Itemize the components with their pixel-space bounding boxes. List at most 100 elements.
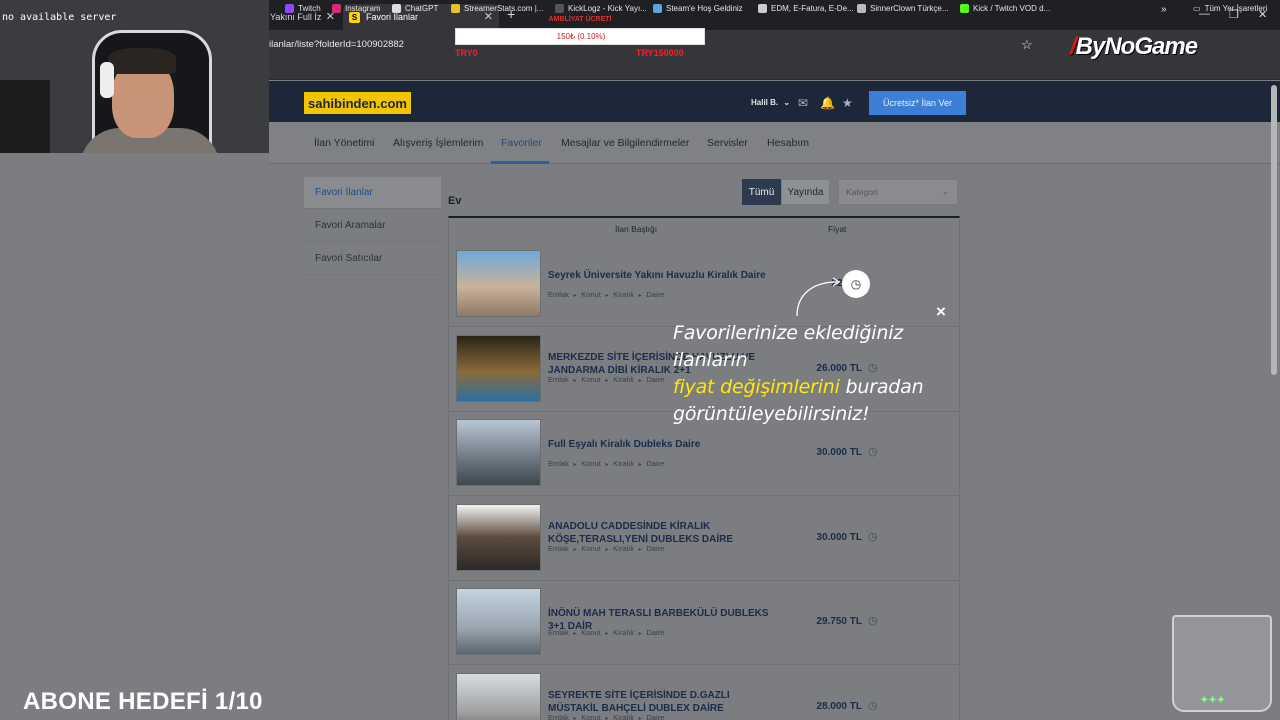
breadcrumb-item: Daire [646,290,665,299]
url-field[interactable]: ilanlar/liste?folderId=100902882 [269,39,404,50]
nav-hesabim[interactable]: Hesabım [767,137,809,149]
user-menu[interactable]: Halil B. ⌄ [751,98,790,107]
filter-live-button[interactable]: Yayında [781,179,830,205]
bookmark-label: StreamerStats.com |... [464,4,544,13]
bookmark-label: Kick / Twitch VOD d... [973,4,1051,13]
tooltip-line1: Favorilerinize eklediğiniz ilanların [673,322,904,371]
chart-icon [451,4,460,13]
tooltip-highlight: fiyat değişimlerini [673,376,840,398]
star-icon[interactable]: ★ [842,96,853,110]
price-history-icon[interactable]: ◷ [868,614,878,627]
tab-label: Yakını Full İz [270,12,322,22]
donation-min: TRY0 [455,48,478,58]
streamer-hair [108,48,176,74]
breadcrumb-item: Konut [581,375,601,384]
listing-price: 30.000 TL [816,447,862,458]
side-favori-saticilar[interactable]: Favori Satıcılar [304,243,441,275]
bookmark-star-icon[interactable]: ☆ [1021,37,1033,53]
tab-label: Favori İlanlar [366,12,419,22]
nav-mesajlar[interactable]: Mesajlar ve Bilgilendirmeler [561,137,689,149]
breadcrumb-item: Daire [646,713,665,720]
bookmark-item[interactable]: ChatGPT [392,4,438,13]
post-ad-button[interactable]: Ücretsiz* İlan Ver [869,91,966,115]
listing-thumbnail[interactable] [456,504,541,571]
bookmark-label: Instagram [345,4,381,13]
bookmark-label: SinnerClown Türkçe... [870,4,949,13]
bookmark-item[interactable]: Steam'e Hoş Geldiniz [653,4,743,13]
breadcrumb-item: Emlak [548,544,569,553]
bookmark-item[interactable]: SinnerClown Türkçe... [857,4,949,13]
bookmarks-more-button[interactable]: » [1161,4,1167,15]
donation-goal-value: 150₺ (0.10%) [556,32,606,41]
kick-icon [555,4,564,13]
breadcrumb-item: Emlak [548,290,569,299]
breadcrumb-item: Kiralık [613,290,635,299]
listing-breadcrumb: Emlak ▸ Konut ▸ Kiralık ▸ Daire [548,290,664,299]
nav-alisveris[interactable]: Alışveriş İşlemlerim [393,137,483,149]
kick-icon [960,4,969,13]
col-price-header: Fiyat [828,224,847,234]
nav-servisler[interactable]: Servisler [707,137,748,149]
chevron-right-icon: ▸ [637,547,644,553]
listing-title[interactable]: ANADOLU CADDESİNDE KİRALIK KÖŞE,TERASLI,… [548,520,778,546]
donation-max: TRY150000 [636,48,684,58]
bookmark-item[interactable]: Instagram [332,4,381,13]
breadcrumb-item: Daire [646,628,665,637]
bell-icon[interactable]: 🔔 [820,96,835,110]
bookmark-label: Twitch [298,4,321,13]
listing-breadcrumb: Emlak ▸ Konut ▸ Kiralık ▸ Daire [548,459,664,468]
bookmark-label: EDM, E-Fatura, E-De... [771,4,854,13]
listing-breadcrumb: Emlak ▸ Konut ▸ Kiralık ▸ Daire [548,713,664,720]
breadcrumb-item: Emlak [548,375,569,384]
tooltip-line2-rest: buradan [839,376,924,398]
chevron-right-icon: ▸ [603,547,611,553]
headset-icon [100,62,114,98]
bookmark-item[interactable]: EDM, E-Fatura, E-De... [758,4,854,13]
listing-thumbnail[interactable] [456,673,541,720]
listing-title[interactable]: SEYREKTE SİTE İÇERİSİNDE D.GAZLI MÜSTAKİ… [548,689,778,715]
listing-thumbnail[interactable] [456,335,541,402]
breadcrumb-item: Kiralık [613,628,635,637]
chevron-right-icon: ▸ [603,631,611,637]
listing-price: 29.750 TL [816,616,862,627]
donation-goal-bar: 150₺ (0.10%) [455,28,705,45]
all-bookmarks-folder[interactable]: ▭ Tüm Yer İşaretleri [1193,4,1267,13]
breadcrumb-item: Kiralık [613,713,635,720]
listing-thumbnail[interactable] [456,588,541,655]
folder-title: Ev [448,195,462,207]
bookmark-item[interactable]: Kick / Twitch VOD d... [960,4,1050,13]
twitch-icon [285,4,294,13]
chevron-down-icon: ⌄ [942,187,949,196]
tooltip-close-button[interactable]: × [936,302,946,322]
price-history-icon[interactable]: ◷ [868,445,878,458]
price-history-highlight-icon[interactable]: ◷ [842,270,870,298]
listing-breadcrumb: Emlak ▸ Konut ▸ Kiralık ▸ Daire [548,628,664,637]
side-favori-ilanlar[interactable]: Favori İlanlar [304,177,441,209]
listing-thumbnail[interactable] [456,419,541,486]
price-history-icon[interactable]: ◷ [868,530,878,543]
price-history-icon[interactable]: ◷ [868,699,878,712]
bookmark-item[interactable]: KickLogz - Kick Yayı... [555,4,647,13]
filter-all-button[interactable]: Tümü [742,179,781,205]
mail-icon[interactable]: ✉ [798,96,808,110]
listing-thumbnail[interactable] [456,250,541,317]
chevron-right-icon: ▸ [603,716,611,720]
bookmark-item[interactable]: StreamerStats.com |... [451,4,543,13]
chevron-right-icon: ▸ [571,631,579,637]
listing-title[interactable]: Full Eşyalı Kiralık Dubleks Daire [548,438,778,451]
col-title-header: İlan Başlığı [615,224,658,234]
nav-ilan-yonetimi[interactable]: İlan Yönetimi [314,137,375,149]
site-logo[interactable]: sahibinden.com [304,92,411,114]
chevron-right-icon: ▸ [571,293,579,299]
nav-favoriler[interactable]: Favoriler [501,137,542,149]
side-favori-aramalar[interactable]: Favori Aramalar [304,210,441,242]
category-select[interactable]: Kategori ⌄ [838,179,958,205]
folder-icon: ▭ [1193,4,1201,13]
page-scrollbar[interactable] [1271,85,1277,375]
chevron-right-icon: ▸ [571,462,579,468]
breadcrumb-item: Kiralık [613,459,635,468]
cam-status-text: no available server [2,12,117,23]
chevron-right-icon: ▸ [603,378,611,384]
listing-title[interactable]: Seyrek Üniversite Yakını Havuzlu Kiralık… [548,269,778,282]
bookmark-item[interactable]: Twitch [285,4,321,13]
